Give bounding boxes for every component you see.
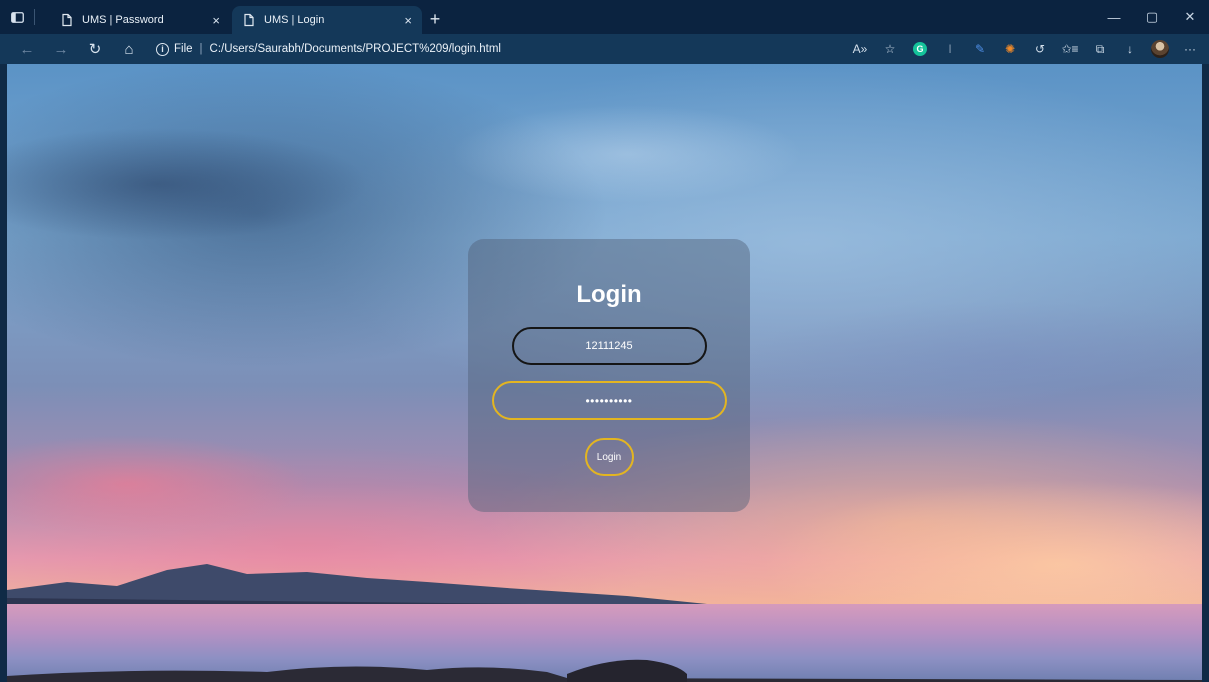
grammarly-icon[interactable]: G bbox=[907, 37, 933, 61]
collections-icon[interactable]: ⧉ bbox=[1087, 37, 1113, 61]
downloads-icon[interactable]: ↓ bbox=[1117, 37, 1143, 61]
window-close-button[interactable]: ✕ bbox=[1171, 0, 1209, 34]
toolbar-icons: A» ☆ G I ✎ ✺ ↺ ✩≡ ⧉ ↓ ··· bbox=[847, 37, 1203, 61]
back-button[interactable]: ← bbox=[12, 35, 42, 63]
tab-strip: UMS | Password × UMS | Login × + — ▢ ✕ bbox=[0, 0, 1209, 34]
login-card: Login Login bbox=[468, 239, 750, 512]
profile-avatar[interactable] bbox=[1147, 37, 1173, 61]
username-input[interactable] bbox=[511, 327, 707, 365]
add-favorite-icon[interactable]: ☆ bbox=[877, 37, 903, 61]
browser-toolbar: ← → ↻ ⌂ i File | C:/Users/Saurabh/Docume… bbox=[0, 34, 1209, 64]
close-tab-icon[interactable]: × bbox=[212, 13, 220, 28]
tab-actions bbox=[8, 8, 35, 26]
restore-button[interactable]: ▢ bbox=[1133, 0, 1171, 34]
text-cursor-icon[interactable]: I bbox=[937, 37, 963, 61]
favorites-icon[interactable]: ✩≡ bbox=[1057, 37, 1083, 61]
read-aloud-icon[interactable]: A» bbox=[847, 37, 873, 61]
page-viewport: Login Login bbox=[7, 64, 1202, 682]
password-input[interactable] bbox=[491, 381, 727, 420]
login-button[interactable]: Login bbox=[584, 438, 634, 476]
browser-window: UMS | Password × UMS | Login × + — ▢ ✕ ←… bbox=[0, 0, 1209, 682]
document-icon bbox=[244, 13, 254, 27]
background-rocks bbox=[7, 659, 1202, 682]
home-button[interactable]: ⌂ bbox=[114, 35, 144, 63]
new-tab-button[interactable]: + bbox=[424, 8, 446, 30]
forward-button[interactable]: → bbox=[46, 35, 76, 63]
tab-ums-password[interactable]: UMS | Password × bbox=[50, 6, 230, 34]
tab-ums-login[interactable]: UMS | Login × bbox=[232, 6, 422, 34]
pen-icon[interactable]: ✎ bbox=[967, 37, 993, 61]
copilot-icon[interactable]: ↺ bbox=[1027, 37, 1053, 61]
address-url[interactable]: C:/Users/Saurabh/Documents/PROJECT%209/l… bbox=[210, 43, 501, 55]
tab-title: UMS | Login bbox=[264, 14, 325, 26]
minimize-button[interactable]: — bbox=[1095, 0, 1133, 34]
tab-separator bbox=[34, 9, 35, 25]
more-options-icon[interactable]: ··· bbox=[1177, 37, 1203, 61]
close-tab-icon[interactable]: × bbox=[404, 13, 412, 28]
extension-icon[interactable]: ✺ bbox=[997, 37, 1023, 61]
tab-actions-icon[interactable] bbox=[8, 8, 26, 26]
document-icon bbox=[62, 13, 72, 27]
background-hills bbox=[7, 564, 707, 612]
info-icon[interactable]: i bbox=[156, 42, 169, 56]
login-title: Login bbox=[576, 281, 642, 308]
address-separator: | bbox=[199, 43, 203, 55]
window-controls: — ▢ ✕ bbox=[1095, 0, 1209, 34]
address-scheme-label: File bbox=[174, 43, 193, 55]
refresh-button[interactable]: ↻ bbox=[80, 35, 110, 63]
tab-title: UMS | Password bbox=[82, 14, 164, 26]
